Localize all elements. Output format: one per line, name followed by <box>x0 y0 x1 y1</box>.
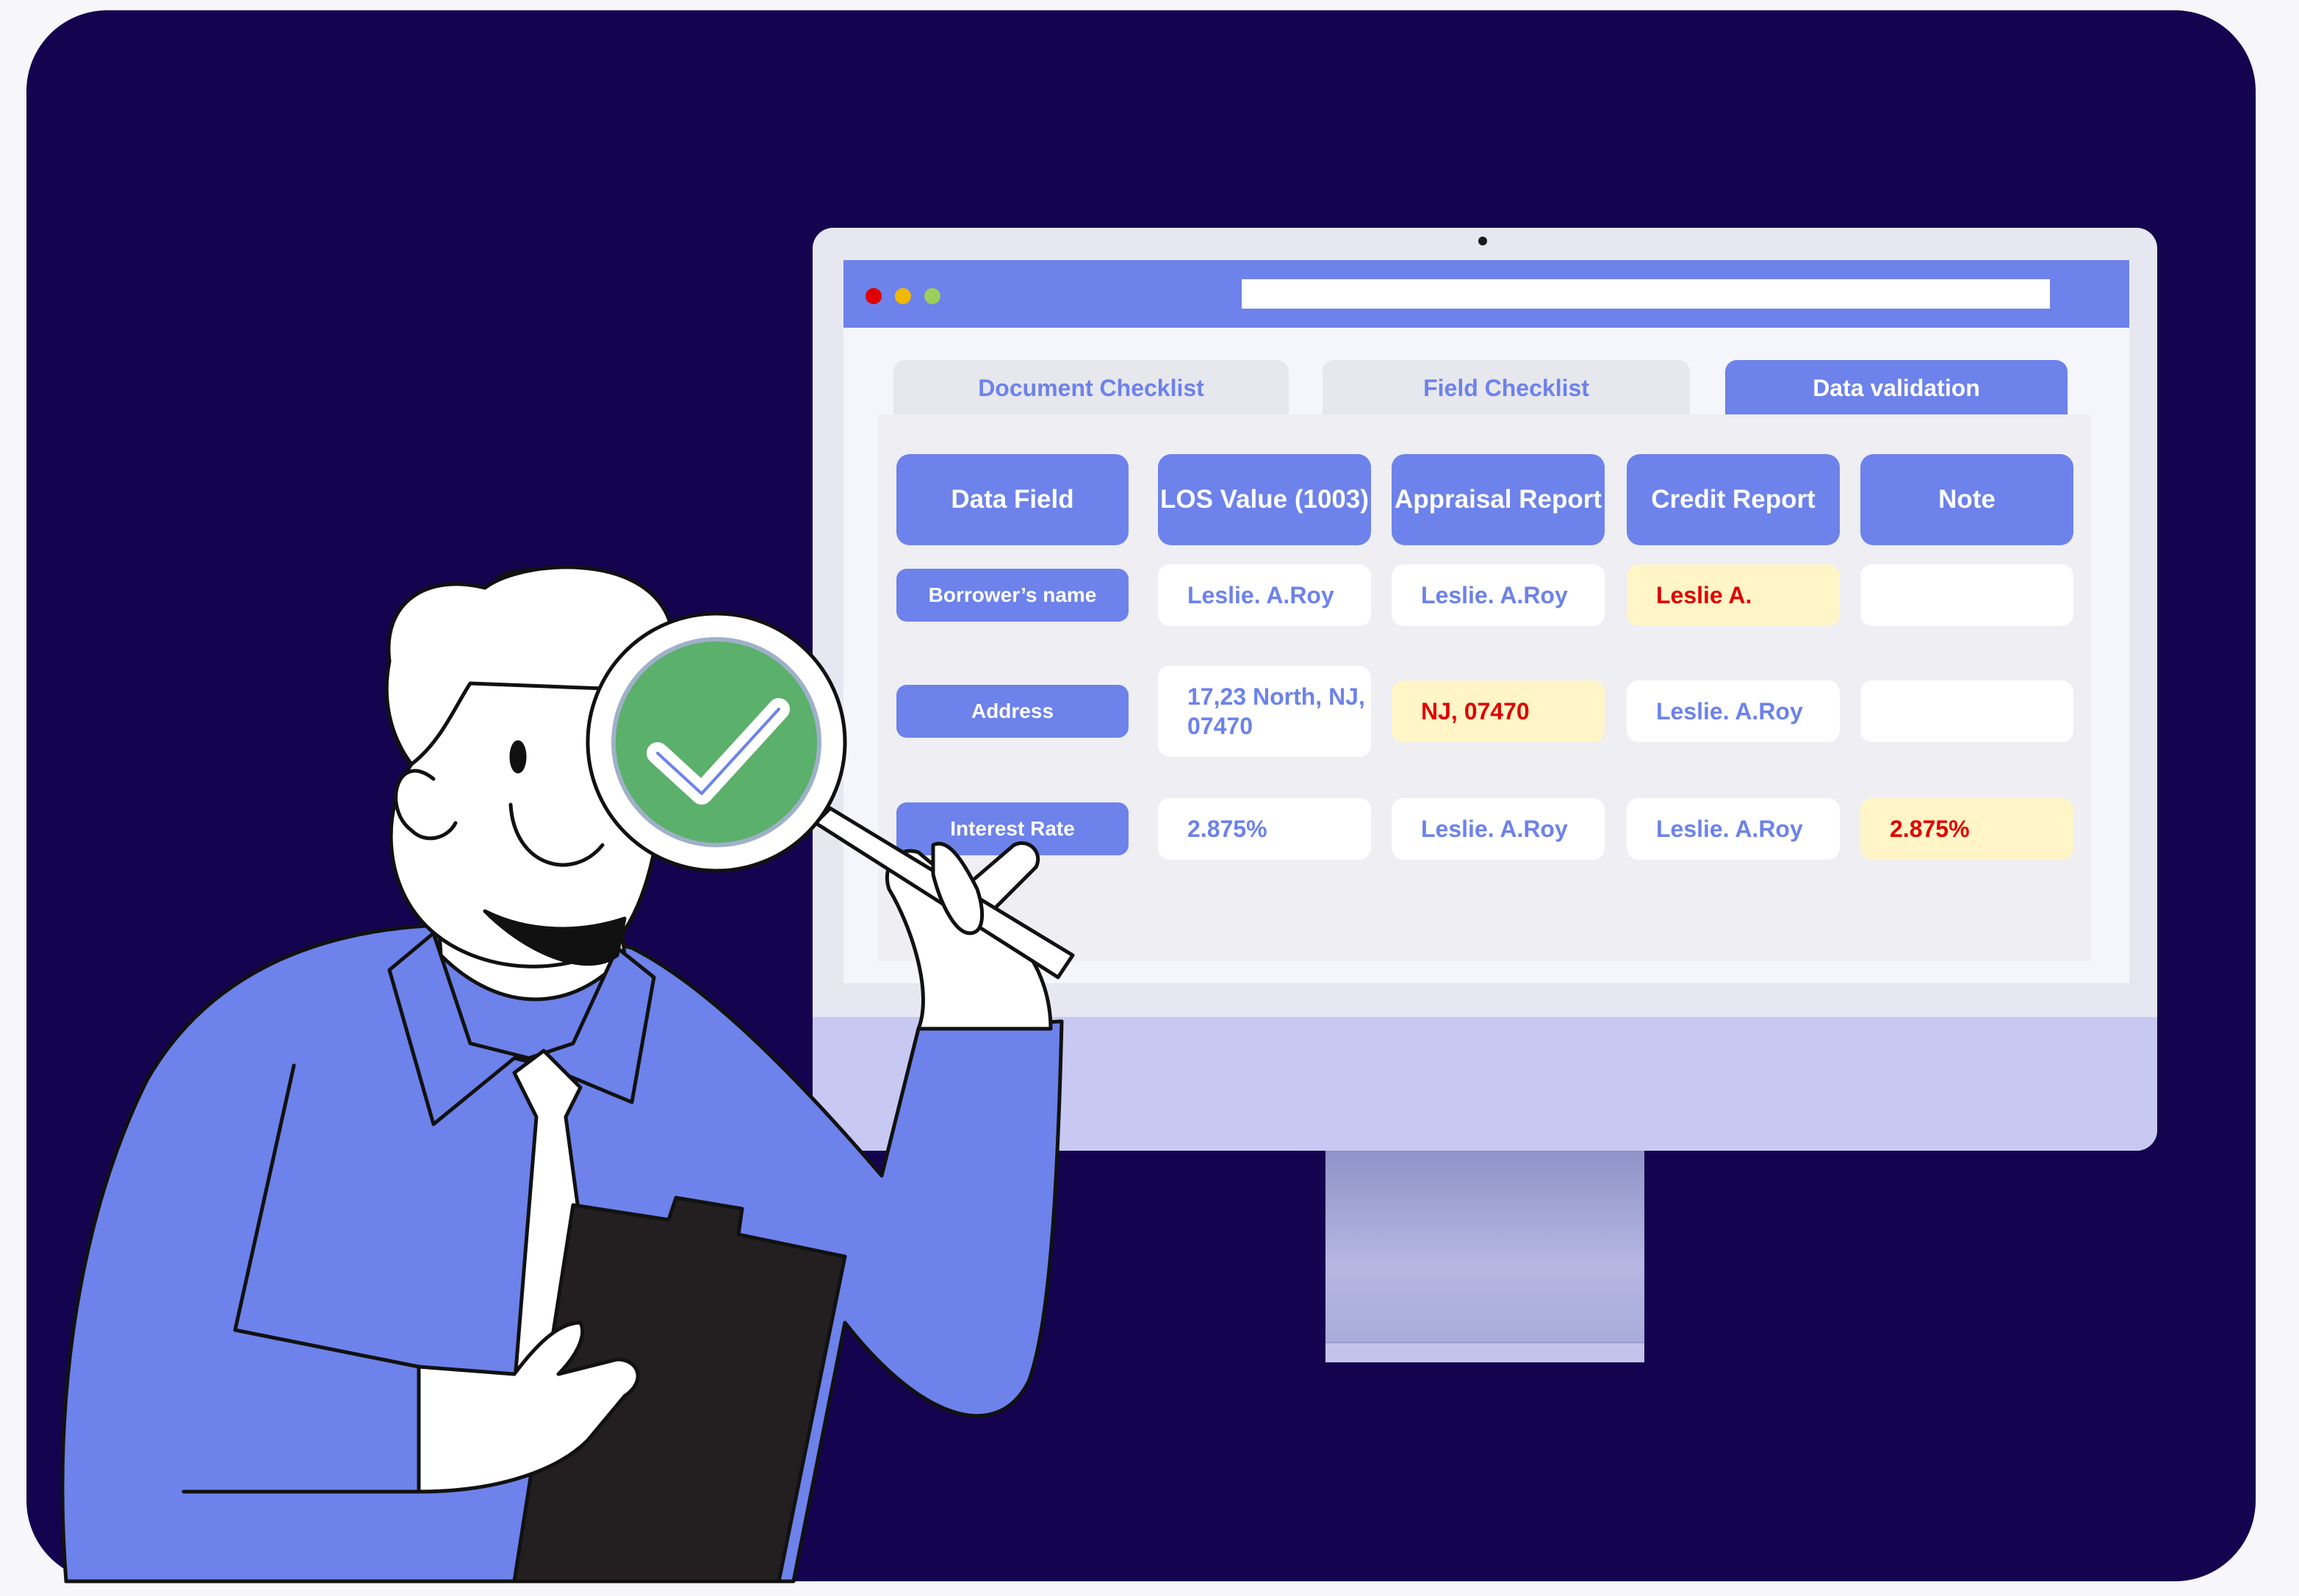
eye <box>509 740 527 774</box>
illustration: Document Checklist Field Checklist Data … <box>0 0 2299 1596</box>
check-badge <box>611 637 821 847</box>
person-illustration <box>60 565 1075 1584</box>
